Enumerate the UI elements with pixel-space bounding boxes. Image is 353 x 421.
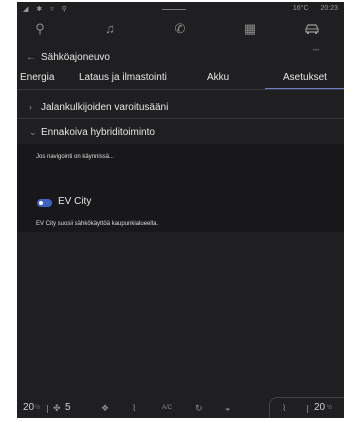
tab-energia[interactable]: Energia <box>20 72 54 83</box>
right-temperature[interactable]: 20 <box>314 402 325 413</box>
setting-label: Ennakoiva hybriditoiminto <box>41 127 155 138</box>
music-icon[interactable]: ♫ <box>90 18 130 40</box>
infotainment-screen: ◢ ✱ ▿ ⚲ 16°C 20:23 ⚲ ♫ ✆ ▦ ••• ← Sähköaj… <box>17 2 344 418</box>
ev-city-toggle[interactable] <box>37 199 52 207</box>
recirculation-icon[interactable]: ↻ <box>195 403 203 414</box>
status-bar: ◢ ✱ ▿ ⚲ 16°C 20:23 <box>17 2 344 16</box>
top-navigation: ⚲ ♫ ✆ ▦ ••• <box>17 18 344 54</box>
fan-speed[interactable]: 5 <box>65 402 71 413</box>
status-divider <box>162 9 186 10</box>
seat-icon[interactable]: ⌇ <box>282 403 286 414</box>
seat-heating-icon[interactable]: ⌇ <box>132 403 136 414</box>
tab-akku[interactable]: Akku <box>207 72 229 83</box>
apps-grid-icon[interactable]: ▦ <box>230 18 270 40</box>
clock: 20:23 <box>320 5 338 12</box>
outside-temperature: 16°C <box>292 5 309 12</box>
setting-row-pedestrian-warning[interactable]: › Jalankulkijoiden varoitusääni <box>17 98 344 118</box>
tabs-divider <box>17 89 344 90</box>
arrow-left-icon[interactable]: ← <box>26 52 36 63</box>
status-icons: ◢ ✱ ▿ ⚲ <box>23 6 70 13</box>
defrost-icon[interactable]: ◒ <box>225 403 230 413</box>
left-temperature[interactable]: 20 <box>23 402 34 413</box>
navigation-pin-icon[interactable]: ⚲ <box>20 18 60 40</box>
car-icon[interactable] <box>292 18 332 40</box>
row-divider <box>17 118 344 119</box>
divider <box>47 405 48 413</box>
page-title: Sähköajoneuvo <box>41 52 110 63</box>
tab-bar: Energia Lataus ja ilmastointi Akku Asetu… <box>17 68 344 90</box>
title-bar: ← Sähköajoneuvo <box>17 52 344 66</box>
right-temperature-unit: ½ <box>327 405 333 411</box>
ac-button[interactable]: A/C <box>162 405 172 411</box>
phone-icon[interactable]: ✆ <box>160 18 200 40</box>
divider <box>307 405 308 413</box>
panel-subtitle: Jos navigointi on käynnissä... <box>36 154 115 160</box>
ev-city-description: EV City suosii sähkökäyttöä kaupunkialue… <box>36 221 159 227</box>
tab-asetukset[interactable]: Asetukset <box>283 72 327 83</box>
expanded-panel: Jos navigointi on käynnissä... EV City E… <box>17 144 344 232</box>
left-temperature-unit: ½ <box>35 405 41 411</box>
climate-bar: 20 ½ ✤ 5 ❖ ⌇ A/C ↻ ◒ ⌇ 20 ½ <box>17 397 344 418</box>
fan-icon[interactable]: ✤ <box>53 403 61 414</box>
tab-lataus-ja-ilmastointi[interactable]: Lataus ja ilmastointi <box>79 72 167 83</box>
status-right: 16°C 20:23 <box>283 5 338 12</box>
ev-city-label[interactable]: EV City <box>58 196 91 207</box>
chevron-down-icon: ⌄ <box>29 127 37 137</box>
air-distribution-icon[interactable]: ❖ <box>101 403 109 414</box>
setting-row-predictive-hybrid[interactable]: ⌄ Ennakoiva hybriditoiminto <box>17 123 344 143</box>
chevron-right-icon: › <box>29 102 32 112</box>
setting-label: Jalankulkijoiden varoitusääni <box>41 102 169 113</box>
